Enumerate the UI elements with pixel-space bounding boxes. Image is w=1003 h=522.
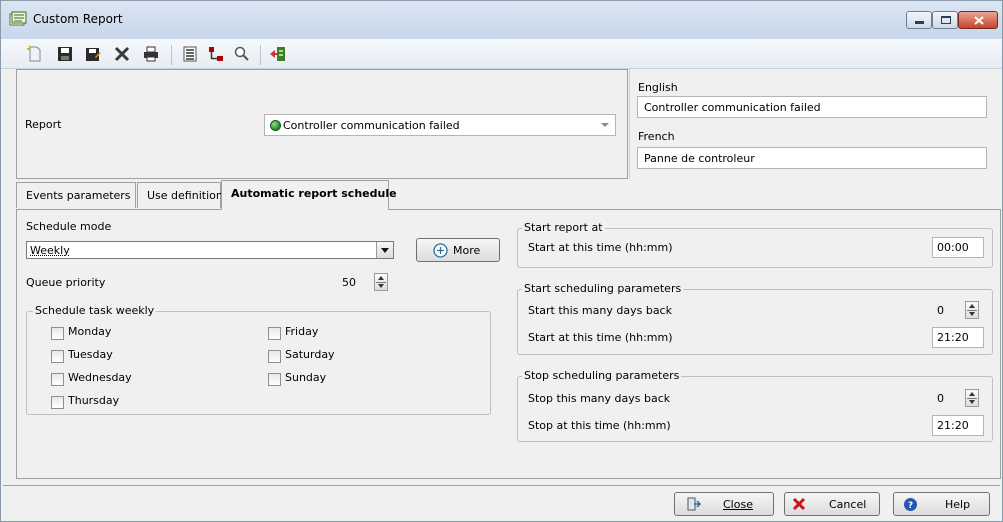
status-green-icon [270,120,281,131]
close-button[interactable]: Close [674,492,774,516]
tab-automatic-report-schedule[interactable]: Automatic report schedule [221,180,397,210]
language-panel: English Controller communication failed … [629,69,1001,179]
more-button-label: More [453,244,481,257]
sunday-label: Sunday [285,371,327,384]
report-label: Report [25,118,62,131]
start-time-input[interactable]: 21:20 [932,327,984,348]
english-field[interactable]: Controller communication failed [637,96,987,118]
stop-scheduling-title: Stop scheduling parameters [522,369,682,382]
thursday-checkbox[interactable] [51,396,64,409]
search-icon[interactable] [233,45,251,63]
toolbar-separator [260,45,261,65]
toolbar-separator [171,45,172,65]
report-header-panel: Report Controller communication failed [16,69,628,179]
stop-days-spinner[interactable] [965,389,979,407]
custom-report-window: Custom Report Report Controller communic… [0,0,1003,522]
chevron-down-icon [601,123,609,127]
close-window-button[interactable] [958,11,998,29]
report-select-value: Controller communication failed [283,119,460,132]
start-time-label: Start at this time (hh:mm) [528,331,673,344]
stop-time-input[interactable]: 21:20 [932,415,984,436]
toolbar [1,39,1002,69]
delete-icon[interactable] [113,45,131,63]
cancel-x-icon [792,497,806,511]
tuesday-label: Tuesday [68,348,113,361]
start-report-time-label: Start at this time (hh:mm) [528,241,673,254]
start-report-title: Start report at [522,221,605,234]
schedule-weekly-group: Schedule task weekly Monday Tuesday Wedn… [26,304,491,415]
saturday-checkbox[interactable] [268,350,281,363]
monday-label: Monday [68,325,112,338]
schedule-mode-select[interactable]: Weekly [26,241,394,259]
report-app-icon [9,11,27,26]
chevron-down-icon [381,248,389,253]
title-bar: Custom Report [1,1,1002,39]
wednesday-checkbox[interactable] [51,373,64,386]
tab-use-definition[interactable]: Use definition [137,182,223,208]
maximize-icon [941,16,951,24]
stop-days-back-value[interactable]: 0 [937,392,944,405]
schedule-mode-label: Schedule mode [26,220,112,233]
close-icon [974,16,984,25]
start-report-time-input[interactable]: 00:00 [932,237,984,258]
start-report-group: Start report at Start at this time (hh:m… [517,221,993,268]
footer-bar: Close Cancel ? Help [3,485,1000,520]
plus-circle-icon [433,243,448,258]
cancel-button-label: Cancel [829,498,867,511]
schedule-mode-value: Weekly [30,244,70,257]
saturday-label: Saturday [285,348,335,361]
sunday-checkbox[interactable] [268,373,281,386]
help-button[interactable]: ? Help [893,492,990,516]
schedule-tab-panel: Schedule mode Weekly More Queue priority… [16,209,1001,479]
window-title: Custom Report [33,12,123,26]
help-button-label: Help [945,498,971,511]
exit-door-icon [687,497,701,511]
thursday-label: Thursday [68,394,120,407]
minimize-button[interactable] [906,11,932,29]
minimize-icon [915,21,924,24]
cancel-button[interactable]: Cancel [784,492,880,516]
monday-checkbox[interactable] [51,327,64,340]
tab-events-parameters[interactable]: Events parameters [16,182,136,208]
french-label: French [638,130,675,143]
save-icon[interactable] [56,45,74,63]
start-scheduling-group: Start scheduling parameters Start this m… [517,282,993,355]
english-label: English [638,81,678,94]
start-scheduling-title: Start scheduling parameters [522,282,684,295]
svg-text:?: ? [908,501,913,511]
schedule-weekly-title: Schedule task weekly [33,304,157,317]
priority-spinner[interactable] [374,273,388,291]
start-days-spinner[interactable] [965,301,979,319]
save-as-icon[interactable] [84,45,102,63]
stop-days-back-label: Stop this many days back [528,392,671,405]
dropdown-button[interactable] [376,242,393,258]
report-select[interactable]: Controller communication failed [264,114,616,136]
export-icon[interactable] [269,45,287,63]
list-icon[interactable] [181,45,199,63]
queue-priority-label: Queue priority [26,276,106,289]
start-days-back-value[interactable]: 0 [937,304,944,317]
friday-label: Friday [285,325,319,338]
maximize-button[interactable] [932,11,958,29]
close-button-label: Close [723,498,753,511]
wednesday-label: Wednesday [68,371,132,384]
help-icon: ? [904,498,917,511]
tuesday-checkbox[interactable] [51,350,64,363]
french-field[interactable]: Panne de controleur [637,147,987,169]
stop-time-label: Stop at this time (hh:mm) [528,419,671,432]
new-doc-icon[interactable] [26,45,44,63]
more-button[interactable]: More [416,238,500,262]
hierarchy-icon[interactable] [207,45,225,63]
stop-scheduling-group: Stop scheduling parameters Stop this man… [517,369,993,442]
print-icon[interactable] [142,45,160,63]
friday-checkbox[interactable] [268,327,281,340]
start-days-back-label: Start this many days back [528,304,672,317]
queue-priority-value[interactable]: 50 [342,276,356,289]
